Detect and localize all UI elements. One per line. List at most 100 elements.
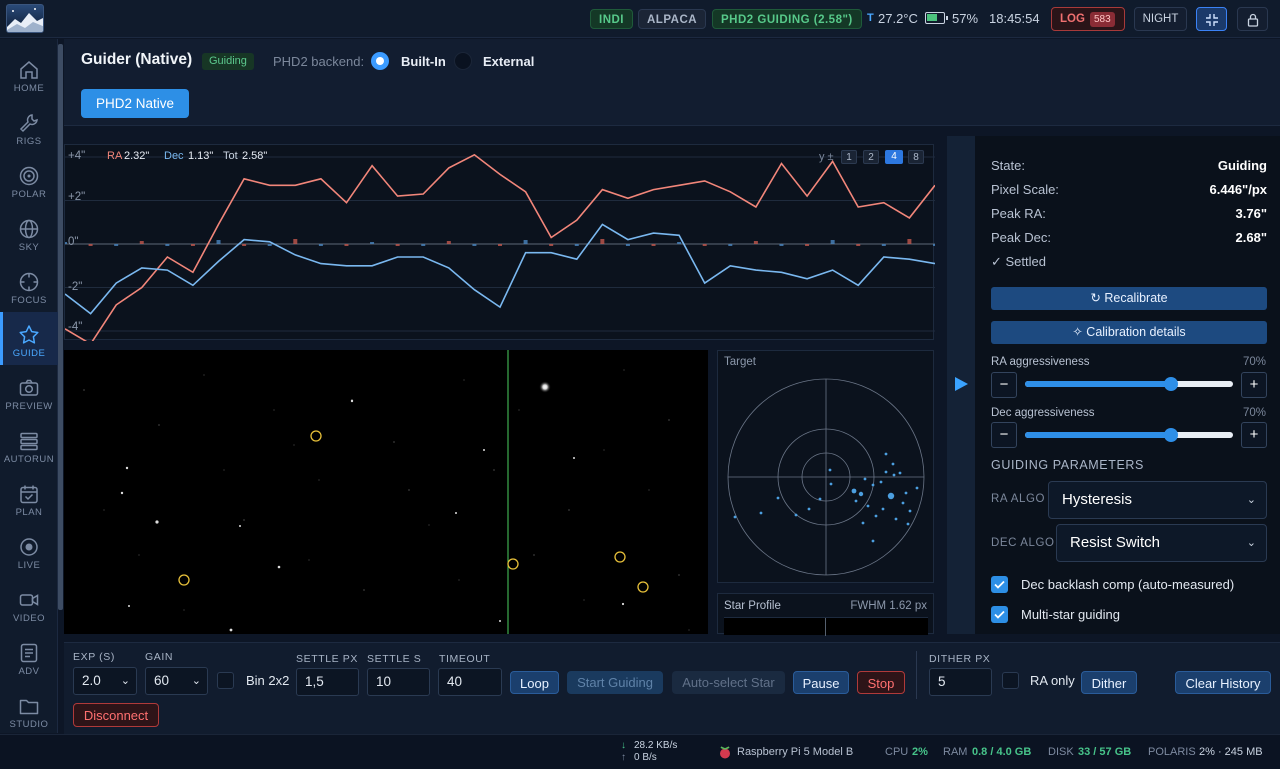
dec-algo-select[interactable]: Resist Switch ⌄ (1056, 524, 1267, 562)
correction-bar (523, 240, 528, 244)
correction-bar (574, 244, 579, 246)
sidebar-item-rigs[interactable]: RIGS (0, 100, 58, 153)
sidebar-item-polar[interactable]: POLAR (0, 153, 58, 206)
gain-select[interactable]: 60 ⌄ (145, 667, 208, 695)
sidebar-item-live[interactable]: LIVE (0, 524, 58, 577)
panel-collapse-toggle[interactable] (947, 136, 975, 634)
pause-button[interactable]: Pause (793, 671, 849, 694)
polaris-label: POLARIS (1148, 746, 1196, 758)
star-profile-plot (724, 617, 928, 636)
dec-aggressiveness-increase[interactable]: + (1241, 422, 1267, 448)
sidebar-item-autorun[interactable]: AUTORUN (0, 418, 58, 471)
builtin-radio[interactable] (371, 52, 389, 70)
timeout-input[interactable]: 40 (438, 668, 502, 696)
camera-icon (19, 379, 39, 396)
check-icon (994, 610, 1005, 619)
correction-bar (728, 244, 733, 246)
bin-checkbox[interactable] (217, 672, 234, 689)
state-label: State: (991, 158, 1025, 173)
fullscreen-button[interactable] (1196, 7, 1227, 31)
disk-value: 33 / 57 GB (1078, 746, 1132, 758)
sidebar-item-guide[interactable]: GUIDE (0, 312, 58, 365)
ra-aggressiveness-increase[interactable]: + (1241, 372, 1267, 398)
disconnect-button[interactable]: Disconnect (73, 703, 159, 727)
external-label[interactable]: External (483, 54, 534, 69)
target-scatter-panel: Target (717, 350, 934, 583)
sidebar-item-home[interactable]: HOME (0, 47, 58, 100)
calendar-icon (20, 485, 38, 504)
sidebar-item-video[interactable]: VIDEO (0, 577, 58, 630)
ra-aggressiveness-slider[interactable] (1025, 377, 1233, 391)
correction-bar (779, 244, 784, 246)
settle-s-input[interactable]: 10 (367, 668, 430, 696)
status-bar: ↓ 28.2 KB/s ↑ 0 B/s Raspberry Pi 5 Model… (0, 734, 1280, 769)
scale-option-button[interactable]: 1 (841, 150, 857, 164)
phd2-badge[interactable]: PHD2 GUIDING (2.58") (712, 9, 862, 29)
calibration-details-button[interactable]: ✧ Calibration details (991, 321, 1267, 344)
ra-algo-select[interactable]: Hysteresis ⌄ (1048, 481, 1267, 519)
auto-select-star-button[interactable]: Auto-select Star (672, 671, 785, 694)
sidebar-item-plan[interactable]: PLAN (0, 471, 58, 524)
builtin-label[interactable]: Built-In (401, 54, 446, 69)
chevron-down-icon: ⌄ (191, 675, 201, 687)
recalibrate-button[interactable]: ↻ Recalibrate (991, 287, 1267, 310)
app-logo[interactable] (6, 4, 44, 33)
upload-rate: 0 B/s (634, 752, 657, 763)
dec-aggressiveness-decrease[interactable]: − (991, 422, 1017, 448)
multistar-checkbox[interactable] (991, 606, 1008, 623)
check-icon (994, 580, 1005, 589)
ra-aggressiveness-value: 70% (1243, 356, 1267, 368)
ra-only-checkbox[interactable] (1002, 672, 1019, 689)
external-radio[interactable] (454, 52, 472, 70)
correction-bar (805, 244, 810, 246)
alpaca-badge[interactable]: ALPACA (638, 9, 707, 29)
polaris-value: 2% · 245 MB (1199, 746, 1263, 758)
peak-ra-row: Peak RA: 3.76" (991, 206, 1267, 222)
scale-option-button[interactable]: 8 (908, 150, 924, 164)
exposure-select[interactable]: 2.0 ⌄ (73, 667, 137, 695)
night-mode-button[interactable]: NIGHT (1134, 7, 1187, 31)
scale-option-button[interactable]: 2 (863, 150, 879, 164)
correction-bar (651, 244, 656, 246)
gain-label: GAIN (145, 651, 174, 663)
folder-icon (19, 699, 39, 715)
correction-bar (65, 242, 67, 244)
star-profile-title: Star Profile (724, 600, 781, 612)
sidebar-item-preview[interactable]: PREVIEW (0, 365, 58, 418)
start-guiding-button[interactable]: Start Guiding (567, 671, 663, 694)
correction-bar (933, 244, 935, 246)
log-button[interactable]: LOG 583 (1051, 7, 1125, 31)
globe-icon (19, 219, 39, 239)
sidebar-item-sky[interactable]: SKY (0, 206, 58, 259)
backlash-checkbox[interactable] (991, 576, 1008, 593)
dec-aggressiveness-slider[interactable] (1025, 428, 1233, 442)
correction-bar (830, 240, 835, 244)
clear-history-button[interactable]: Clear History (1175, 671, 1271, 694)
guide-controls-bar: EXP (S) 2.0 ⌄ GAIN 60 ⌄ Bin 2x2 SETTLE PX … (64, 642, 1280, 734)
y-scale-label: y ± (819, 151, 834, 163)
exposure-value: 2.0 (82, 673, 101, 688)
scale-option-button-active[interactable]: 4 (885, 150, 903, 164)
sidebar-item-studio[interactable]: STUDIO (0, 683, 58, 733)
y-tick-label: -2" (68, 281, 83, 293)
guide-camera-view[interactable] (64, 350, 708, 634)
sidebar-scrollbar[interactable] (58, 44, 63, 610)
sidebar-item-focus[interactable]: FOCUS (0, 259, 58, 312)
dither-px-input[interactable]: 5 (929, 668, 992, 696)
sidebar-item-adv[interactable]: ADV (0, 630, 58, 683)
indi-badge[interactable]: INDI (590, 9, 633, 29)
ra-aggressiveness-decrease[interactable]: − (991, 372, 1017, 398)
guider-status-panel: State: Guiding Pixel Scale: 6.446"/px Pe… (975, 136, 1280, 634)
loop-button[interactable]: Loop (510, 671, 559, 694)
lock-button[interactable] (1237, 7, 1268, 31)
correction-bar (600, 239, 605, 244)
peak-ra-value: 3.76" (1235, 206, 1267, 221)
tab-phd2-native[interactable]: PHD2 Native (81, 89, 189, 118)
stop-button[interactable]: Stop (857, 671, 905, 694)
correction-bar (139, 241, 144, 244)
correction-bar (165, 244, 170, 246)
settle-px-input[interactable]: 1,5 (296, 668, 359, 696)
record-icon (20, 538, 38, 556)
dither-button[interactable]: Dither (1081, 671, 1137, 694)
correction-bar (190, 244, 195, 246)
